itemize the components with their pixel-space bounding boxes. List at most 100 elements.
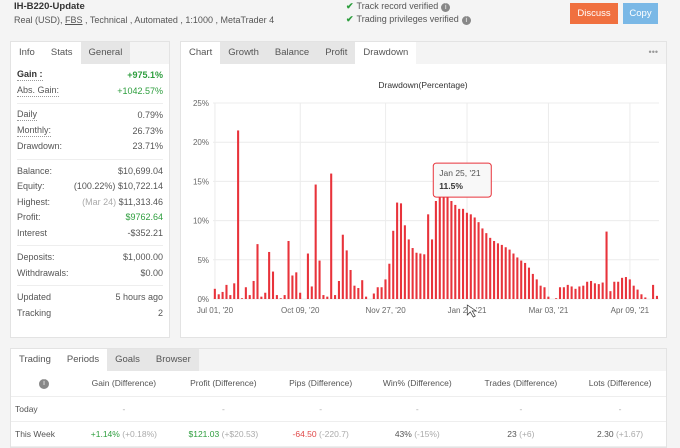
highest-date: (Mar 24) — [82, 196, 117, 207]
bar — [318, 260, 321, 299]
discuss-button[interactable]: Discuss — [570, 3, 618, 24]
bar — [337, 280, 340, 299]
difference: (+1.67) — [615, 428, 644, 439]
bar — [458, 208, 461, 299]
bar — [287, 240, 290, 299]
bar — [493, 240, 496, 299]
profit-label: Profit: — [17, 212, 41, 222]
bar — [520, 260, 523, 299]
bar — [516, 257, 519, 299]
bar — [217, 294, 220, 299]
bar — [609, 291, 612, 299]
bar — [341, 234, 344, 299]
bar — [578, 286, 581, 299]
chart-title: Drawdown(Percentage) — [378, 80, 467, 90]
bar — [314, 184, 317, 299]
drawdown-chart: Drawdown(Percentage) 0% 5% 10% 15% 20% 25% Jul… — [193, 80, 659, 318]
bar — [419, 253, 422, 299]
bar — [248, 295, 251, 299]
more-options-icon[interactable]: ••• — [641, 42, 666, 64]
bar — [558, 287, 562, 299]
track-record-verified: ✔ Track record verified i — [346, 1, 451, 12]
bar — [225, 284, 228, 299]
bar — [632, 285, 635, 299]
col-lots: Lots (Difference) — [574, 371, 666, 397]
monthly-value: 26.73% — [132, 125, 163, 136]
bar — [283, 295, 286, 299]
equity-value: $10,722.14 — [117, 181, 163, 191]
tab-general[interactable]: General — [80, 42, 131, 64]
tab-growth[interactable]: Growth — [220, 42, 267, 64]
tab-drawdown[interactable]: Drawdown — [355, 42, 417, 64]
tab-periods[interactable]: Periods — [58, 349, 108, 371]
withdrawals-label: Withdrawals: — [17, 267, 69, 278]
cell-lots: 2.30 (+1.67) — [574, 421, 666, 447]
copy-button[interactable]: Copy — [623, 3, 658, 24]
bar — [322, 295, 325, 299]
check-icon: ✔ — [346, 14, 354, 24]
bar — [349, 269, 352, 299]
bar — [376, 287, 379, 299]
broker-link[interactable]: FBS — [65, 15, 83, 25]
daily-label[interactable]: Daily — [17, 108, 38, 121]
verified-label: Trading privileges verified — [356, 14, 459, 24]
difference: (-15%) — [414, 428, 440, 439]
bar — [252, 280, 255, 299]
bar — [244, 287, 247, 299]
tab-chart[interactable]: Chart — [181, 42, 221, 64]
info-icon[interactable]: i — [441, 3, 451, 12]
table-row: This Week +1.14% (+0.18%) $121.03 (+$20.… — [11, 421, 666, 447]
tab-trading[interactable]: Trading — [11, 349, 59, 371]
cell-gain: +1.14% (+0.18%) — [75, 421, 173, 447]
bar — [524, 262, 527, 299]
col-gain: Gain (Difference) — [75, 371, 173, 397]
gain-label[interactable]: Gain : — [17, 68, 43, 81]
table-row: Today - - - - - - — [11, 396, 666, 422]
bar — [489, 237, 492, 299]
check-icon: ✔ — [346, 1, 354, 11]
bar — [438, 197, 441, 299]
bar — [403, 225, 406, 299]
bar — [326, 296, 329, 299]
bar — [221, 291, 224, 299]
tab-goals[interactable]: Goals — [107, 349, 148, 371]
tracking-label: Tracking — [17, 307, 52, 318]
tab-balance[interactable]: Balance — [266, 42, 318, 64]
x-tick-label: Jul 01, '20 — [197, 306, 234, 315]
tab-browser[interactable]: Browser — [147, 349, 199, 371]
bar — [295, 272, 298, 299]
equity-percent: (100.22%) — [73, 181, 116, 191]
bar — [605, 231, 608, 299]
abs-gain-label[interactable]: Abs. Gain: — [17, 84, 60, 97]
info-icon[interactable]: i — [39, 379, 49, 390]
bar — [655, 295, 658, 299]
info-icon[interactable]: i — [461, 16, 471, 25]
bar — [423, 254, 426, 299]
col-trades: Trades (Difference) — [467, 371, 575, 397]
monthly-label[interactable]: Monthly: — [17, 124, 52, 137]
periods-table: i Gain (Difference) Profit (Difference) … — [11, 371, 666, 447]
bar — [415, 252, 418, 299]
bar — [613, 281, 616, 299]
gain-value: +975.1% — [127, 70, 163, 80]
bar — [454, 204, 457, 299]
bar — [512, 253, 515, 299]
y-tick-label: 10% — [193, 217, 209, 226]
tab-profit[interactable]: Profit — [317, 42, 356, 64]
tab-stats[interactable]: Stats — [42, 42, 81, 64]
bar — [279, 298, 282, 299]
tracking-value: 2 — [157, 307, 163, 318]
x-tick-label: Oct 09, '20 — [281, 306, 320, 315]
value: 2.30 — [597, 428, 614, 439]
bar — [427, 214, 430, 299]
bar — [504, 247, 507, 299]
bar — [582, 285, 585, 299]
difference: (-220.7) — [319, 428, 349, 439]
cell-trades: 23 (+6) — [467, 421, 575, 447]
tab-info[interactable]: Info — [11, 42, 43, 64]
bar — [237, 130, 240, 299]
bar — [543, 287, 546, 299]
x-tick-label: Mar 03, '21 — [529, 306, 569, 315]
balance-value: $10,699.04 — [117, 165, 163, 176]
bar — [636, 289, 639, 299]
